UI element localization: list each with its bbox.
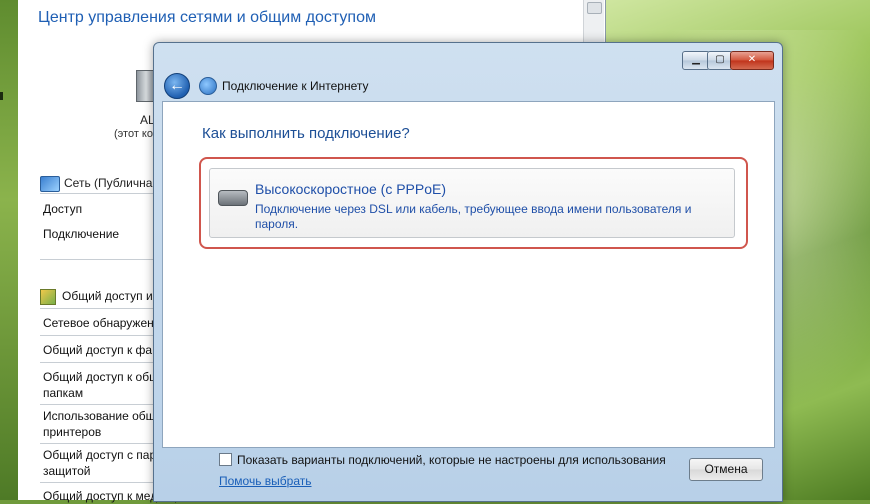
network-label: Сеть (Публична xyxy=(64,176,153,191)
minimize-button[interactable]: ▁ xyxy=(682,51,710,70)
show-unconfigured-label[interactable]: Показать варианты подключений, которые н… xyxy=(237,453,666,467)
scroll-up-button[interactable] xyxy=(587,2,602,14)
desktop-background-left xyxy=(0,0,18,500)
show-unconfigured-checkbox[interactable] xyxy=(219,453,232,466)
dialog-content: Как выполнить подключение? Высокоскорост… xyxy=(162,101,775,488)
network-center-title: Центр управления сетями и общим доступом xyxy=(38,9,376,26)
sharing-icon xyxy=(40,288,56,305)
list-item[interactable]: Сетевое обнаружен xyxy=(43,315,154,331)
help-choose-link[interactable]: Помочь выбрать xyxy=(219,474,312,488)
sharing-section-header: Общий доступ и xyxy=(40,288,153,305)
cancel-button[interactable]: Отмена xyxy=(689,458,763,481)
scrollbar[interactable] xyxy=(583,0,604,48)
access-label: Доступ xyxy=(43,202,83,216)
close-button[interactable]: ✕ xyxy=(730,51,774,70)
list-item[interactable]: Общий доступ с пар защитой xyxy=(43,447,156,479)
list-item[interactable]: Использование общ принтеров xyxy=(43,408,156,440)
list-item[interactable]: Общий доступ к общ папкам xyxy=(43,369,159,401)
modem-icon xyxy=(218,190,248,206)
connection-label: Подключение xyxy=(43,227,120,241)
connect-internet-dialog: ▁ ▢ ✕ ← Подключение к Интернету Как выполн… xyxy=(153,42,783,502)
sharing-section-label: Общий доступ и xyxy=(62,289,153,303)
question-heading: Как выполнить подключение? xyxy=(202,125,410,142)
desktop-mark xyxy=(0,92,3,100)
internet-connection-icon xyxy=(199,77,217,95)
network-row: Сеть (Публична xyxy=(40,176,152,192)
back-arrow-icon[interactable]: ← xyxy=(164,73,190,99)
computer-subtitle: (этот ко xyxy=(114,128,153,140)
pppoe-option-button[interactable]: Высокоскоростное (с PPPoE) Подключение ч… xyxy=(209,168,735,238)
list-item[interactable]: Общий доступ к фа xyxy=(43,342,152,358)
window-controls: ▁ ▢ ✕ xyxy=(682,51,774,70)
option-heading: Высокоскоростное (с PPPoE) xyxy=(255,181,447,197)
network-icon xyxy=(40,176,60,192)
option-description: Подключение через DSL или кабель, требую… xyxy=(255,202,692,231)
dialog-title: Подключение к Интернету xyxy=(222,79,369,93)
show-unconfigured-row[interactable]: Показать варианты подключений, которые н… xyxy=(219,453,666,467)
